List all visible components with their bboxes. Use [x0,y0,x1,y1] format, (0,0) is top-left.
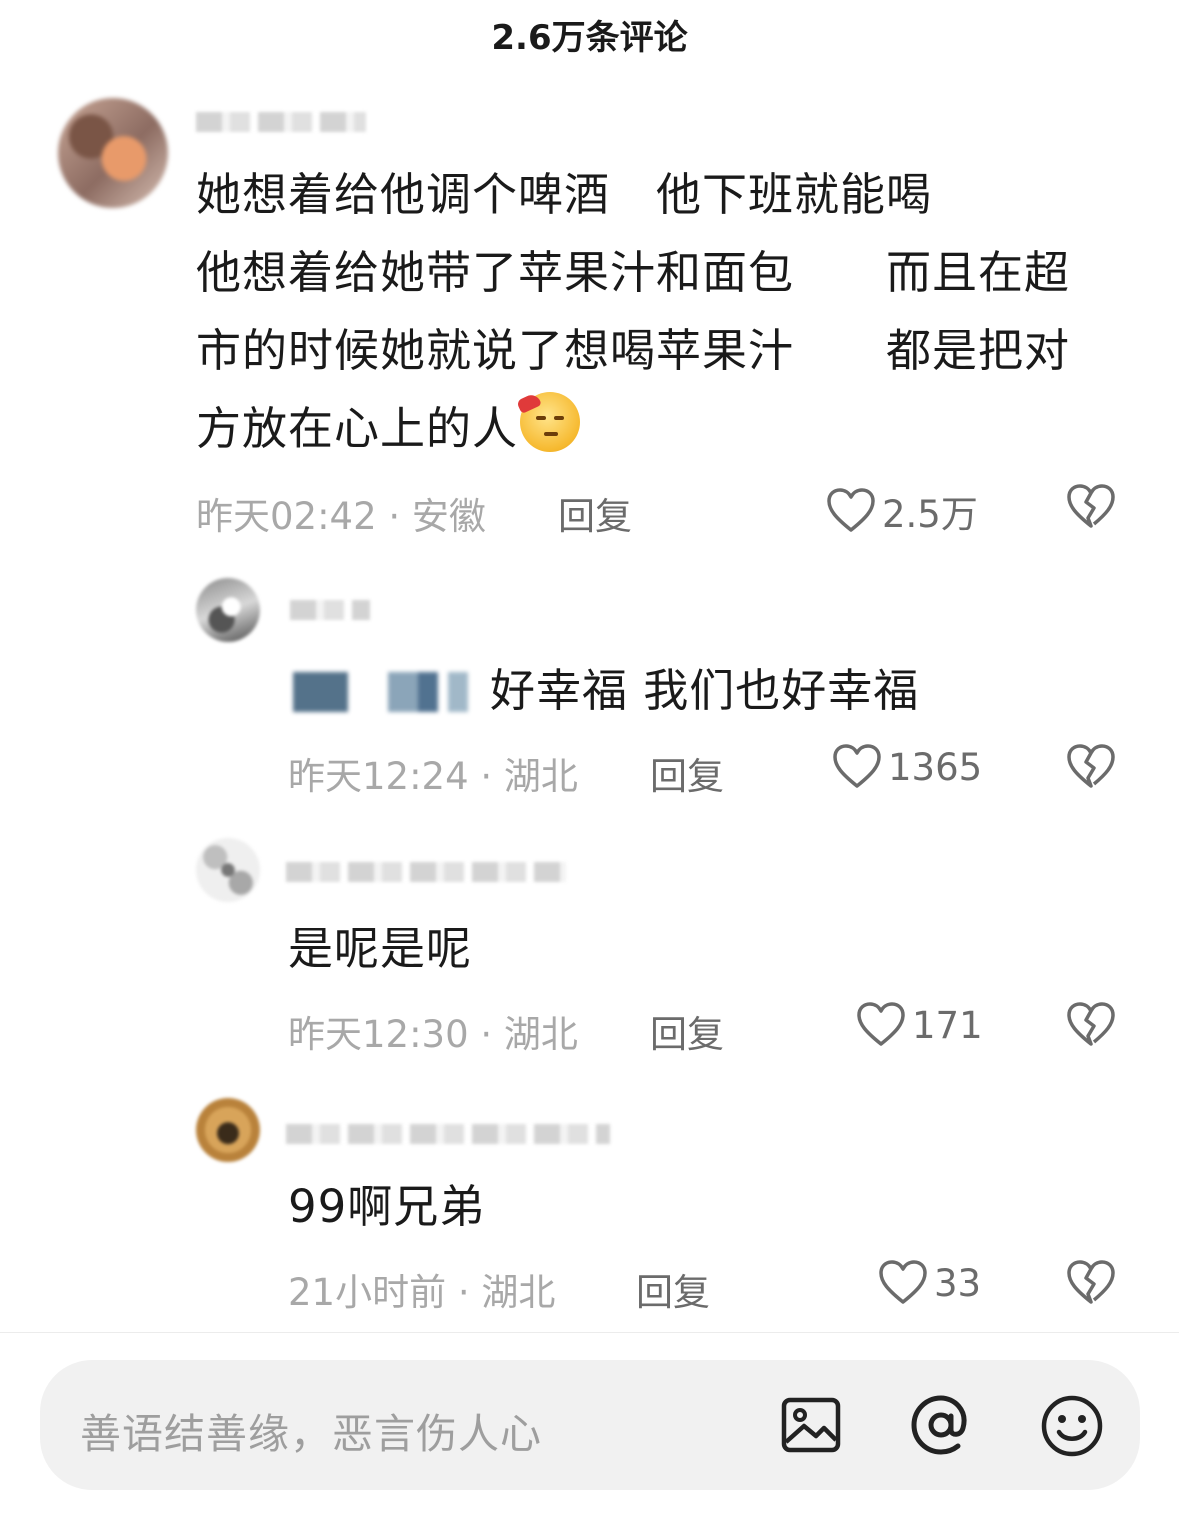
comment-text: 是呢是呢 [288,922,473,975]
mention-blurred[interactable] [288,672,468,712]
comment-time-location: 昨天12:30 · 湖北 [288,1013,578,1056]
username-blurred[interactable] [286,862,566,882]
reply-button[interactable]: 回复 [650,746,724,800]
avatar[interactable] [196,838,260,902]
broken-heart-icon [1067,744,1115,788]
comment-text: 99啊兄弟 [288,1180,486,1233]
dislike-button[interactable] [1066,484,1116,530]
like-button[interactable]: 1365 [832,744,982,790]
avatar[interactable] [58,98,168,208]
like-count: 33 [934,1261,982,1305]
comments-panel: 2.6万条评论 她想着给他调个啤酒 他下班就能喝 他想着给她带了苹果汁和面包 而… [0,0,1179,1516]
reply-button[interactable]: 回复 [636,1262,710,1316]
comment-input-placeholder[interactable]: 善语结善缘，恶言伤人心 [80,1400,542,1460]
like-count: 2.5万 [882,493,978,536]
comment-time-location: 21小时前 · 湖北 [288,1271,556,1314]
comment-count-title: 2.6万条评论 [491,18,688,58]
mention-button[interactable] [910,1394,972,1460]
like-button[interactable]: 2.5万 [826,484,978,538]
heart-outline-icon [833,744,881,788]
comment-time-location: 昨天02:42 · 安徽 [196,495,486,538]
like-count: 171 [912,1003,983,1047]
comment-text: 她想着给他调个啤酒 他下班就能喝 他想着给她带了苹果汁和面包 而且在超 市的时候… [196,168,1071,455]
heart-outline-icon [879,1260,927,1304]
reply-button[interactable]: 回复 [558,486,632,540]
username-blurred[interactable] [290,600,370,620]
broken-heart-icon [1067,1002,1115,1046]
avatar[interactable] [196,1098,260,1162]
like-button[interactable]: 33 [878,1260,981,1306]
image-icon [781,1397,841,1453]
avatar[interactable] [196,578,260,642]
heart-outline-icon [857,1002,905,1046]
heart-outline-icon [827,488,875,532]
like-count: 1365 [888,745,983,789]
smiley-icon [1041,1395,1103,1457]
dislike-button[interactable] [1066,744,1116,790]
dislike-button[interactable] [1066,1260,1116,1306]
divider [0,1332,1179,1333]
image-button[interactable] [780,1394,842,1460]
broken-heart-icon [1067,484,1115,528]
at-icon [911,1395,967,1455]
broken-heart-icon [1067,1260,1115,1304]
username-blurred[interactable] [286,1124,610,1144]
username-blurred[interactable] [196,112,366,132]
smirk-emoji-icon [516,392,581,452]
comment-text: 好幸福 我们也好幸福 [288,652,919,730]
reply-button[interactable]: 回复 [650,1004,724,1058]
emoji-button[interactable] [1040,1394,1104,1462]
like-button[interactable]: 171 [856,1002,983,1048]
dislike-button[interactable] [1066,1002,1116,1048]
comment-time-location: 昨天12:24 · 湖北 [288,755,578,798]
comment-input-bar[interactable]: 善语结善缘，恶言伤人心 [40,1360,1140,1490]
